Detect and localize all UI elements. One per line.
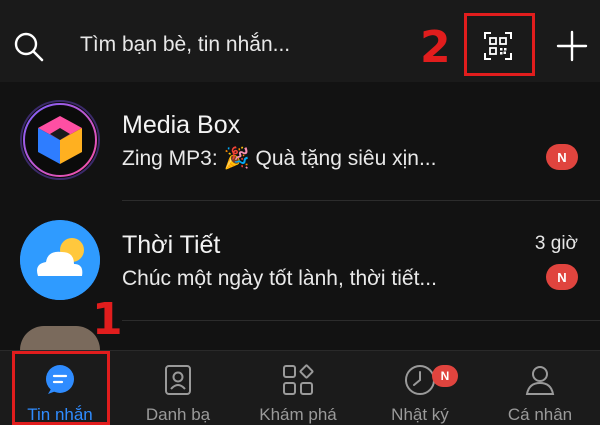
weather-cloud-icon bbox=[20, 220, 100, 300]
discover-icon bbox=[283, 364, 314, 395]
nav-discover[interactable]: Khám phá bbox=[238, 351, 358, 425]
conversation-title: Media Box bbox=[122, 111, 241, 139]
contacts-icon bbox=[165, 365, 191, 395]
nav-label: Nhật ký bbox=[391, 405, 449, 424]
nav-timeline[interactable]: N Nhật ký bbox=[360, 351, 480, 425]
search-input[interactable]: Tìm bạn bè, tin nhắn... bbox=[80, 30, 290, 60]
notification-badge: N bbox=[432, 365, 458, 387]
nav-profile[interactable]: Cá nhân bbox=[480, 351, 600, 425]
add-icon[interactable] bbox=[552, 26, 592, 66]
conversation-preview: Chúc một ngày tốt lành, thời tiết... bbox=[122, 267, 437, 290]
annotation-box-qr bbox=[464, 13, 535, 76]
new-badge: N bbox=[546, 144, 578, 170]
media-box-avatar bbox=[20, 100, 100, 180]
new-badge: N bbox=[546, 264, 578, 290]
nav-label: Danh bạ bbox=[145, 405, 211, 424]
conversation-time: 3 giờ bbox=[534, 233, 578, 254]
annotation-number-two: 2 bbox=[420, 22, 451, 73]
divider bbox=[122, 320, 600, 321]
conversation-item[interactable]: Media Box Zing MP3: 🎉 Quà tặng siêu xịn.… bbox=[0, 82, 600, 202]
conversation-preview: Zing MP3: 🎉 Quà tặng siêu xịn... bbox=[122, 147, 437, 170]
divider bbox=[122, 200, 600, 201]
weather-avatar bbox=[20, 220, 100, 300]
conversation-title: Thời Tiết bbox=[122, 231, 221, 259]
media-box-logo-icon bbox=[23, 103, 97, 177]
conversation-item[interactable]: Thời Tiết 3 giờ Chúc một ngày tốt lành, … bbox=[0, 202, 600, 322]
nav-label: Khám phá bbox=[259, 405, 337, 424]
annotation-box-messages-tab bbox=[12, 351, 110, 425]
nav-label: Cá nhân bbox=[507, 405, 573, 424]
person-icon bbox=[525, 366, 555, 395]
nav-contacts[interactable]: Danh bạ bbox=[118, 351, 238, 425]
annotation-number-one: 1 bbox=[92, 294, 123, 345]
partial-avatar[interactable] bbox=[20, 326, 100, 350]
search-icon[interactable] bbox=[12, 30, 46, 64]
